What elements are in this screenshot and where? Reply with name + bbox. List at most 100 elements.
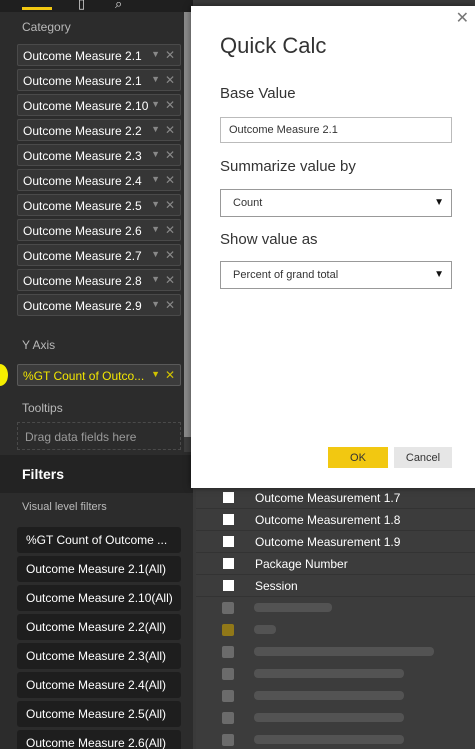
y-axis-field-well[interactable]: %GT Count of Outco... ▼ ✕: [17, 364, 181, 386]
tooltips-drop-zone[interactable]: Drag data fields here: [17, 422, 181, 450]
chevron-down-icon[interactable]: ▼: [151, 274, 160, 284]
filter-card[interactable]: Outcome Measure 2.1(All): [17, 556, 181, 582]
field-checkbox[interactable]: [223, 492, 234, 503]
remove-icon[interactable]: ✕: [165, 73, 175, 87]
filter-card-label: Outcome Measure 2.6(All): [26, 736, 167, 749]
category-field-well[interactable]: Outcome Measure 2.1 ▼ ✕: [17, 69, 181, 91]
field-checkbox[interactable]: [223, 514, 234, 525]
remove-icon[interactable]: ✕: [165, 223, 175, 237]
remove-icon[interactable]: ✕: [165, 148, 175, 162]
filter-card[interactable]: Outcome Measure 2.10(All): [17, 585, 181, 611]
category-field-well[interactable]: Outcome Measure 2.6 ▼ ✕: [17, 219, 181, 241]
chevron-down-icon[interactable]: ▼: [151, 49, 160, 59]
filter-card-label: Outcome Measure 2.2(All): [26, 620, 167, 634]
summarize-value: Count: [233, 197, 263, 209]
show-value-as-select[interactable]: Percent of grand total ▼: [220, 261, 452, 289]
category-field-label: Outcome Measure 2.3: [23, 149, 142, 163]
blurred-checkbox: [222, 602, 234, 614]
ok-button[interactable]: OK: [328, 447, 388, 468]
filter-card[interactable]: Outcome Measure 2.6(All): [17, 730, 181, 749]
field-row[interactable]: Session: [196, 575, 475, 597]
chevron-down-icon[interactable]: ▼: [151, 299, 160, 309]
field-row[interactable]: Outcome Measurement 1.9: [196, 531, 475, 553]
chevron-down-icon[interactable]: ▼: [151, 369, 160, 379]
field-row[interactable]: Outcome Measurement 1.8: [196, 509, 475, 531]
blurred-checkbox: [222, 690, 234, 702]
analytics-icon[interactable]: ⌕: [115, 0, 122, 10]
category-field-label: Outcome Measure 2.9: [23, 299, 142, 313]
blurred-field: [254, 691, 404, 700]
visualizations-pane: ▯ ⌕ Category Outcome Measure 2.1 ▼ ✕ Outcom…: [0, 0, 193, 749]
field-name: Outcome Measurement 1.9: [255, 535, 401, 549]
category-field-label: Outcome Measure 2.4: [23, 174, 142, 188]
field-name: Outcome Measurement 1.8: [255, 513, 401, 527]
category-label: Category: [22, 20, 71, 34]
category-field-label: Outcome Measure 2.2: [23, 124, 142, 138]
chevron-down-icon[interactable]: ▼: [151, 224, 160, 234]
remove-icon[interactable]: ✕: [165, 248, 175, 262]
remove-icon[interactable]: ✕: [165, 198, 175, 212]
filter-card[interactable]: Outcome Measure 2.2(All): [17, 614, 181, 640]
show-value-as-value: Percent of grand total: [233, 269, 339, 281]
filter-card-label: Outcome Measure 2.4(All): [26, 678, 167, 692]
blurred-field: [254, 669, 404, 678]
blurred-checkbox: [222, 712, 234, 724]
fields-list: Outcome Measurement 1.7 Outcome Measureme…: [196, 488, 475, 749]
remove-icon[interactable]: ✕: [165, 48, 175, 62]
scrollbar-thumb[interactable]: [184, 12, 191, 437]
category-field-well[interactable]: Outcome Measure 2.2 ▼ ✕: [17, 119, 181, 141]
category-field-well[interactable]: Outcome Measure 2.8 ▼ ✕: [17, 269, 181, 291]
filter-card-label: %GT Count of Outcome ...: [26, 533, 168, 547]
category-field-label: Outcome Measure 2.5: [23, 199, 142, 213]
blurred-field: [254, 647, 434, 656]
category-field-label: Outcome Measure 2.1: [23, 74, 142, 88]
quick-calc-dialog: ✕ Quick Calc Base Value Outcome Measure …: [191, 6, 475, 488]
filter-card[interactable]: Outcome Measure 2.4(All): [17, 672, 181, 698]
field-row[interactable]: Package Number: [196, 553, 475, 575]
field-row[interactable]: Outcome Measurement 1.7: [196, 487, 475, 509]
remove-icon[interactable]: ✕: [165, 368, 175, 382]
chevron-down-icon[interactable]: ▼: [151, 249, 160, 259]
cancel-button[interactable]: Cancel: [394, 447, 452, 468]
filter-card[interactable]: Outcome Measure 2.3(All): [17, 643, 181, 669]
category-field-well[interactable]: Outcome Measure 2.9 ▼ ✕: [17, 294, 181, 316]
format-icon[interactable]: ▯: [78, 0, 85, 10]
filter-card[interactable]: %GT Count of Outcome ...: [17, 527, 181, 553]
blurred-field: [254, 603, 332, 612]
category-field-well[interactable]: Outcome Measure 2.7 ▼ ✕: [17, 244, 181, 266]
field-checkbox[interactable]: [223, 536, 234, 547]
remove-icon[interactable]: ✕: [165, 298, 175, 312]
close-icon[interactable]: ✕: [456, 8, 469, 28]
remove-icon[interactable]: ✕: [165, 273, 175, 287]
filter-card[interactable]: Outcome Measure 2.5(All): [17, 701, 181, 727]
category-field-well[interactable]: Outcome Measure 2.4 ▼ ✕: [17, 169, 181, 191]
field-checkbox[interactable]: [223, 580, 234, 591]
blurred-checkbox: [222, 734, 234, 746]
chevron-down-icon[interactable]: ▼: [151, 99, 160, 109]
remove-icon[interactable]: ✕: [165, 123, 175, 137]
field-checkbox[interactable]: [223, 558, 234, 569]
category-field-well[interactable]: Outcome Measure 2.1 ▼ ✕: [17, 44, 181, 66]
remove-icon[interactable]: ✕: [165, 98, 175, 112]
category-field-well[interactable]: Outcome Measure 2.3 ▼ ✕: [17, 144, 181, 166]
pane-scrollbar[interactable]: [184, 12, 191, 452]
y-axis-field-label: %GT Count of Outco...: [23, 369, 145, 383]
summarize-label: Summarize value by: [220, 158, 356, 175]
dialog-title: Quick Calc: [220, 33, 327, 58]
chevron-down-icon[interactable]: ▼: [151, 124, 160, 134]
category-field-label: Outcome Measure 2.6: [23, 224, 142, 238]
category-field-label: Outcome Measure 2.8: [23, 274, 142, 288]
chevron-down-icon[interactable]: ▼: [151, 149, 160, 159]
filter-card-label: Outcome Measure 2.10(All): [26, 591, 173, 605]
base-value-field[interactable]: Outcome Measure 2.1: [220, 117, 452, 143]
chevron-down-icon: ▼: [434, 197, 444, 208]
category-field-well[interactable]: Outcome Measure 2.10 ▼ ✕: [17, 94, 181, 116]
category-field-label: Outcome Measure 2.1: [23, 49, 142, 63]
chevron-down-icon[interactable]: ▼: [151, 199, 160, 209]
chevron-down-icon[interactable]: ▼: [151, 174, 160, 184]
remove-icon[interactable]: ✕: [165, 173, 175, 187]
chevron-down-icon[interactable]: ▼: [151, 74, 160, 84]
category-field-well[interactable]: Outcome Measure 2.5 ▼ ✕: [17, 194, 181, 216]
active-tab-indicator: [22, 7, 52, 10]
summarize-select[interactable]: Count ▼: [220, 189, 452, 217]
